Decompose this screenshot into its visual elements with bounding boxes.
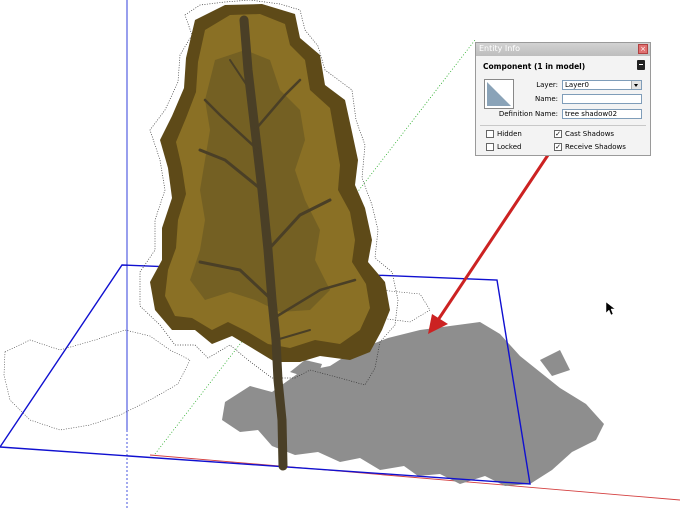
layer-value: Layer0: [565, 81, 589, 89]
hidden-checkbox[interactable]: [486, 130, 494, 138]
definition-name-label: Definition Name:: [498, 110, 558, 118]
minimize-icon[interactable]: [637, 60, 645, 70]
definition-name-field[interactable]: tree shadow02: [562, 109, 642, 119]
layer-label: Layer:: [536, 81, 558, 89]
name-label: Name:: [534, 95, 558, 103]
receive-shadows-checkbox[interactable]: ✓: [554, 143, 562, 151]
annotation-arrow: [428, 145, 556, 334]
layer-select[interactable]: Layer0: [562, 80, 642, 90]
cast-shadows-checkbox[interactable]: ✓: [554, 130, 562, 138]
name-field[interactable]: [562, 94, 642, 104]
receive-shadows-label: Receive Shadows: [565, 143, 626, 151]
component-header: Component (1 in model): [483, 62, 586, 71]
locked-label: Locked: [497, 143, 522, 151]
entity-info-titlebar[interactable]: Entity Info ×: [476, 43, 650, 56]
locked-checkbox[interactable]: [486, 143, 494, 151]
mouse-cursor-icon: [605, 301, 616, 316]
hidden-label: Hidden: [497, 130, 522, 138]
chevron-down-icon[interactable]: [631, 81, 641, 89]
cast-shadows-label: Cast Shadows: [565, 130, 615, 138]
entity-info-panel[interactable]: Entity Info × Component (1 in model) Lay…: [475, 42, 651, 156]
divider: [480, 125, 646, 126]
entity-info-title: Entity Info: [479, 44, 521, 53]
close-icon[interactable]: ×: [638, 44, 648, 54]
